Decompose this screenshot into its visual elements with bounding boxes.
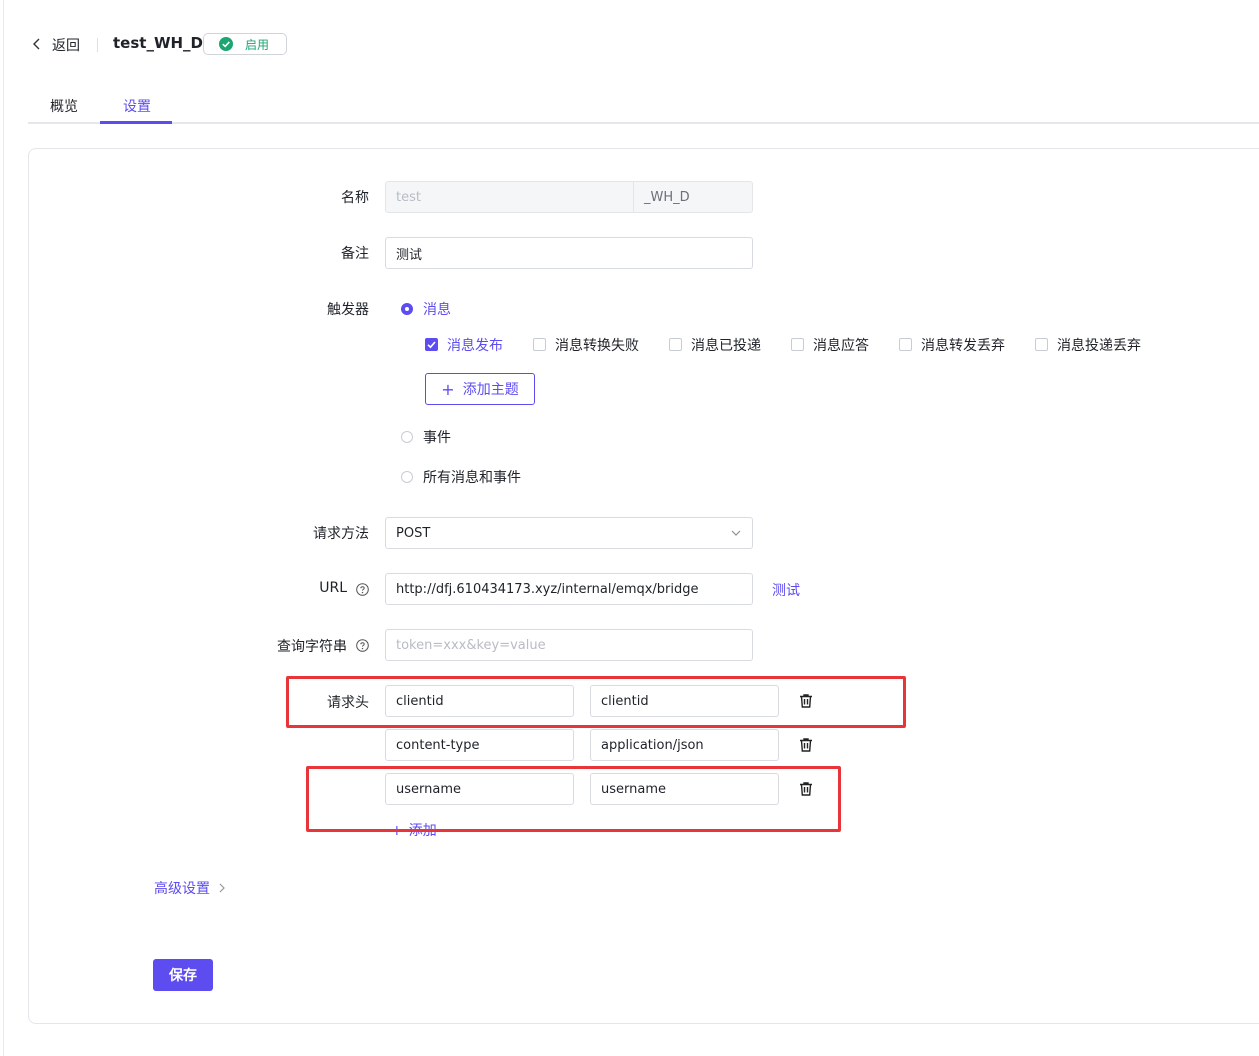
- highlight-box: [286, 676, 906, 728]
- url-input[interactable]: [385, 573, 753, 605]
- checkbox-message-delivered[interactable]: [669, 338, 682, 351]
- tab-settings[interactable]: 设置: [123, 96, 151, 116]
- tab-overview[interactable]: 概览: [50, 96, 78, 116]
- checkbox-message-forward-dropped-label[interactable]: 消息转发丢弃: [921, 335, 1005, 355]
- page-left-border: [3, 0, 4, 1056]
- checkbox-message-acked[interactable]: [791, 338, 804, 351]
- checkbox-message-forward-dropped[interactable]: [899, 338, 912, 351]
- advanced-settings-toggle[interactable]: 高级设置: [154, 878, 228, 898]
- save-button[interactable]: 保存: [153, 959, 213, 991]
- query-input[interactable]: [385, 629, 753, 661]
- url-label: URL: [319, 580, 347, 596]
- add-topic-button[interactable]: + 添加主题: [425, 373, 535, 405]
- checkbox-message-transform-failed-label[interactable]: 消息转换失败: [555, 335, 639, 355]
- back-link[interactable]: 返回: [52, 35, 80, 55]
- checkbox-message-publish[interactable]: [425, 338, 438, 351]
- method-selected-value: POST: [396, 525, 431, 541]
- header-key-input[interactable]: [385, 729, 574, 761]
- note-label: 备注: [341, 246, 369, 262]
- chevron-down-icon: [731, 530, 741, 536]
- advanced-settings-label: 高级设置: [154, 881, 210, 897]
- name-label: 名称: [341, 190, 369, 206]
- trigger-radio-event[interactable]: [401, 431, 413, 443]
- method-label: 请求方法: [313, 526, 369, 542]
- trigger-radio-all-label[interactable]: 所有消息和事件: [423, 467, 521, 487]
- tabs-baseline: [28, 122, 1259, 124]
- status-text: 启用: [245, 37, 270, 52]
- help-icon[interactable]: [356, 583, 369, 596]
- query-label: 查询字符串: [277, 639, 347, 655]
- trigger-radio-all[interactable]: [401, 471, 413, 483]
- trigger-radio-message[interactable]: [401, 303, 413, 315]
- help-icon[interactable]: [356, 639, 369, 652]
- name-prefix-field: test: [385, 181, 634, 213]
- page-title: test_WH_D: [113, 34, 203, 52]
- status-badge: 启用: [203, 33, 287, 55]
- check-circle-icon: [219, 37, 233, 51]
- header-divider: [97, 38, 98, 52]
- trigger-label: 触发器: [327, 302, 369, 318]
- trigger-radio-event-label[interactable]: 事件: [423, 427, 451, 447]
- name-suffix-field: _WH_D: [633, 181, 753, 213]
- trigger-radio-message-label[interactable]: 消息: [423, 299, 451, 319]
- check-icon: [427, 341, 436, 349]
- checkbox-message-acked-label[interactable]: 消息应答: [813, 335, 869, 355]
- checkbox-message-publish-label[interactable]: 消息发布: [447, 335, 503, 355]
- checkbox-message-delivered-label[interactable]: 消息已投递: [691, 335, 761, 355]
- note-input[interactable]: [385, 237, 753, 269]
- chevron-left-icon[interactable]: [30, 37, 44, 51]
- highlight-box: [306, 766, 841, 832]
- checkbox-message-delivery-dropped[interactable]: [1035, 338, 1048, 351]
- header-value-input[interactable]: [590, 729, 779, 761]
- method-select[interactable]: POST: [385, 517, 753, 549]
- checkbox-message-delivery-dropped-label[interactable]: 消息投递丢弃: [1057, 335, 1141, 355]
- chevron-right-icon: [219, 883, 225, 893]
- add-topic-label: 添加主题: [462, 382, 519, 398]
- plus-icon: +: [441, 379, 455, 399]
- checkbox-message-transform-failed[interactable]: [533, 338, 546, 351]
- test-url-link[interactable]: 测试: [772, 580, 800, 600]
- trash-icon[interactable]: [798, 737, 814, 753]
- tab-active-indicator: [100, 121, 172, 124]
